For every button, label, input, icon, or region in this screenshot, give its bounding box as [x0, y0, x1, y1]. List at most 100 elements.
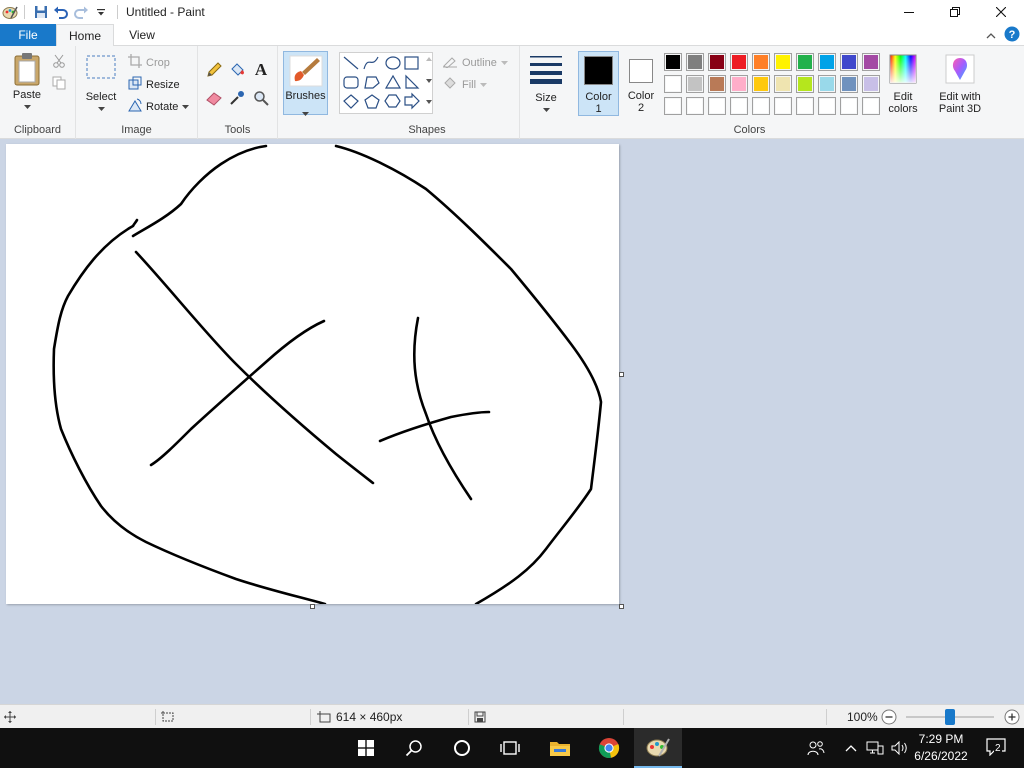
fill-label: Fill [462, 78, 477, 91]
palette-swatch[interactable] [818, 53, 836, 71]
people-icon[interactable] [807, 728, 825, 768]
fill-bucket-icon[interactable] [229, 62, 245, 81]
rectangle-shape-icon [404, 56, 419, 70]
paint-taskbar-icon[interactable] [634, 728, 682, 768]
search-icon[interactable] [390, 728, 438, 768]
palette-swatch[interactable] [796, 75, 814, 93]
paint-app-icon[interactable] [2, 4, 18, 20]
color-picker-icon[interactable] [229, 90, 245, 109]
edit-with-paint3d-button[interactable]: Edit with Paint 3D [934, 54, 986, 115]
palette-swatch[interactable] [862, 53, 880, 71]
tab-view[interactable]: View [114, 24, 170, 46]
minimize-button[interactable] [886, 0, 932, 24]
palette-swatch[interactable] [862, 97, 880, 115]
size-button[interactable]: Size [526, 54, 566, 116]
notifications-button[interactable]: 2 [986, 728, 1008, 768]
palette-swatch[interactable] [774, 75, 792, 93]
crop-button[interactable]: Crop [128, 54, 170, 71]
network-icon[interactable] [866, 728, 884, 768]
pencil-icon[interactable] [206, 62, 222, 81]
palette-swatch[interactable] [840, 53, 858, 71]
fill-button[interactable]: Fill [442, 76, 488, 93]
palette-swatch-color [820, 55, 834, 69]
edit-colors-button[interactable]: Edit colors [884, 54, 922, 115]
title-bar: Untitled - Paint [0, 0, 1024, 24]
palette-swatch[interactable] [752, 53, 770, 71]
customize-toolbar-icon[interactable] [91, 2, 111, 22]
palette-swatch-color [754, 55, 768, 69]
palette-swatch[interactable] [708, 97, 726, 115]
start-button[interactable] [342, 728, 390, 768]
palette-swatch-color [666, 77, 680, 91]
palette-swatch-color [798, 77, 812, 91]
palette-swatch[interactable] [686, 75, 704, 93]
tab-home[interactable]: Home [56, 24, 114, 47]
outline-button[interactable]: Outline [442, 54, 508, 71]
restore-button[interactable] [932, 0, 978, 24]
show-hidden-icons-chevron-icon[interactable] [845, 728, 857, 768]
palette-swatch[interactable] [774, 97, 792, 115]
palette-swatch[interactable] [818, 75, 836, 93]
cortana-icon[interactable] [438, 728, 486, 768]
chrome-icon[interactable] [585, 728, 633, 768]
palette-swatch[interactable] [664, 97, 682, 115]
palette-swatch[interactable] [752, 75, 770, 93]
palette-swatch[interactable] [708, 75, 726, 93]
palette-swatch[interactable] [730, 97, 748, 115]
palette-swatch-color [666, 99, 680, 113]
rotate-button[interactable]: Rotate [128, 98, 190, 115]
shapes-gallery[interactable] [339, 52, 433, 114]
zoom-slider[interactable] [906, 705, 994, 729]
palette-swatch[interactable] [664, 53, 682, 71]
fill-icon [442, 76, 458, 93]
clock[interactable]: 7:29 PM 6/26/2022 [906, 731, 976, 765]
eraser-icon[interactable] [206, 90, 222, 109]
palette-swatch[interactable] [730, 75, 748, 93]
line-shape-icon [343, 56, 359, 70]
cut-icon[interactable] [52, 54, 66, 71]
save-icon[interactable] [31, 2, 51, 22]
copy-icon[interactable] [52, 76, 66, 93]
palette-swatch[interactable] [686, 53, 704, 71]
palette-swatch[interactable] [664, 75, 682, 93]
color1-button[interactable]: Color 1 [578, 51, 619, 116]
select-button[interactable]: Select [84, 54, 118, 115]
file-explorer-icon[interactable] [536, 728, 584, 768]
palette-swatch[interactable] [862, 75, 880, 93]
canvas-resize-handle-bottom[interactable] [310, 604, 315, 609]
magnifier-icon[interactable] [253, 90, 269, 109]
palette-swatch[interactable] [796, 53, 814, 71]
svg-text:?: ? [1009, 29, 1016, 41]
brushes-button[interactable]: Brushes [283, 51, 328, 116]
palette-swatch[interactable] [752, 97, 770, 115]
task-view-icon[interactable] [486, 728, 534, 768]
tab-file[interactable]: File [0, 24, 56, 46]
canvas-resize-handle-right[interactable] [619, 372, 624, 377]
canvas-resize-handle-corner[interactable] [619, 604, 624, 609]
zoom-out-button[interactable] [881, 705, 897, 729]
palette-swatch-color [732, 55, 746, 69]
zoom-slider-thumb[interactable] [945, 709, 955, 725]
zoom-in-button[interactable] [1004, 705, 1020, 729]
close-button[interactable] [978, 0, 1024, 24]
palette-swatch-color [688, 55, 702, 69]
redo-icon[interactable] [71, 2, 91, 22]
palette-swatch[interactable] [730, 53, 748, 71]
palette-swatch-color [864, 55, 878, 69]
palette-swatch[interactable] [840, 97, 858, 115]
palette-swatch[interactable] [708, 53, 726, 71]
drawing-canvas[interactable] [6, 144, 619, 606]
collapse-ribbon-icon[interactable] [986, 29, 996, 43]
palette-swatch[interactable] [796, 97, 814, 115]
palette-swatch[interactable] [818, 97, 836, 115]
divider [24, 5, 25, 19]
text-tool-icon[interactable]: A [253, 60, 269, 81]
color2-button[interactable]: Color 2 [622, 51, 660, 116]
undo-icon[interactable] [51, 2, 71, 22]
palette-swatch[interactable] [840, 75, 858, 93]
palette-swatch[interactable] [686, 97, 704, 115]
help-icon[interactable]: ? [1004, 26, 1020, 45]
resize-button[interactable]: Resize [128, 76, 180, 93]
paste-button[interactable]: Paste [8, 52, 46, 113]
palette-swatch[interactable] [774, 53, 792, 71]
